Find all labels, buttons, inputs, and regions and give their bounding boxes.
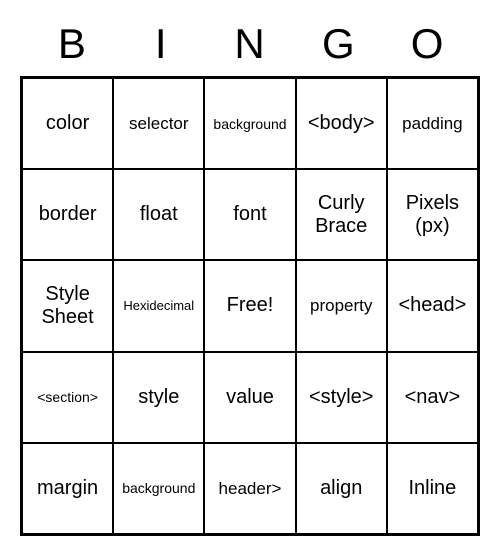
bingo-cell[interactable]: color bbox=[22, 78, 113, 169]
bingo-cell[interactable]: <body> bbox=[296, 78, 387, 169]
bingo-cell[interactable]: style bbox=[113, 352, 204, 443]
header-letter-g: G bbox=[294, 20, 383, 68]
header-letter-n: N bbox=[206, 20, 295, 68]
bingo-cell[interactable]: Style Sheet bbox=[22, 260, 113, 351]
bingo-cell[interactable]: <nav> bbox=[387, 352, 478, 443]
bingo-cell[interactable]: Free! bbox=[204, 260, 295, 351]
bingo-cell[interactable]: Pixels (px) bbox=[387, 169, 478, 260]
bingo-cell[interactable]: header> bbox=[204, 443, 295, 534]
bingo-cell[interactable]: Inline bbox=[387, 443, 478, 534]
bingo-cell[interactable]: align bbox=[296, 443, 387, 534]
bingo-grid: colorselectorbackground<body>paddingbord… bbox=[20, 76, 480, 536]
bingo-cell[interactable]: <style> bbox=[296, 352, 387, 443]
bingo-cell[interactable]: margin bbox=[22, 443, 113, 534]
bingo-cell[interactable]: selector bbox=[113, 78, 204, 169]
bingo-cell[interactable]: border bbox=[22, 169, 113, 260]
bingo-card: B I N G O colorselectorbackground<body>p… bbox=[20, 20, 480, 536]
bingo-cell[interactable]: value bbox=[204, 352, 295, 443]
bingo-cell[interactable]: Hexidecimal bbox=[113, 260, 204, 351]
header-letter-o: O bbox=[383, 20, 472, 68]
bingo-cell[interactable]: float bbox=[113, 169, 204, 260]
bingo-cell[interactable]: background bbox=[204, 78, 295, 169]
bingo-cell[interactable]: font bbox=[204, 169, 295, 260]
bingo-cell[interactable]: <head> bbox=[387, 260, 478, 351]
bingo-cell[interactable]: property bbox=[296, 260, 387, 351]
bingo-cell[interactable]: background bbox=[113, 443, 204, 534]
bingo-cell[interactable]: <section> bbox=[22, 352, 113, 443]
bingo-cell[interactable]: padding bbox=[387, 78, 478, 169]
bingo-header: B I N G O bbox=[20, 20, 480, 68]
bingo-cell[interactable]: Curly Brace bbox=[296, 169, 387, 260]
header-letter-i: I bbox=[117, 20, 206, 68]
header-letter-b: B bbox=[28, 20, 117, 68]
